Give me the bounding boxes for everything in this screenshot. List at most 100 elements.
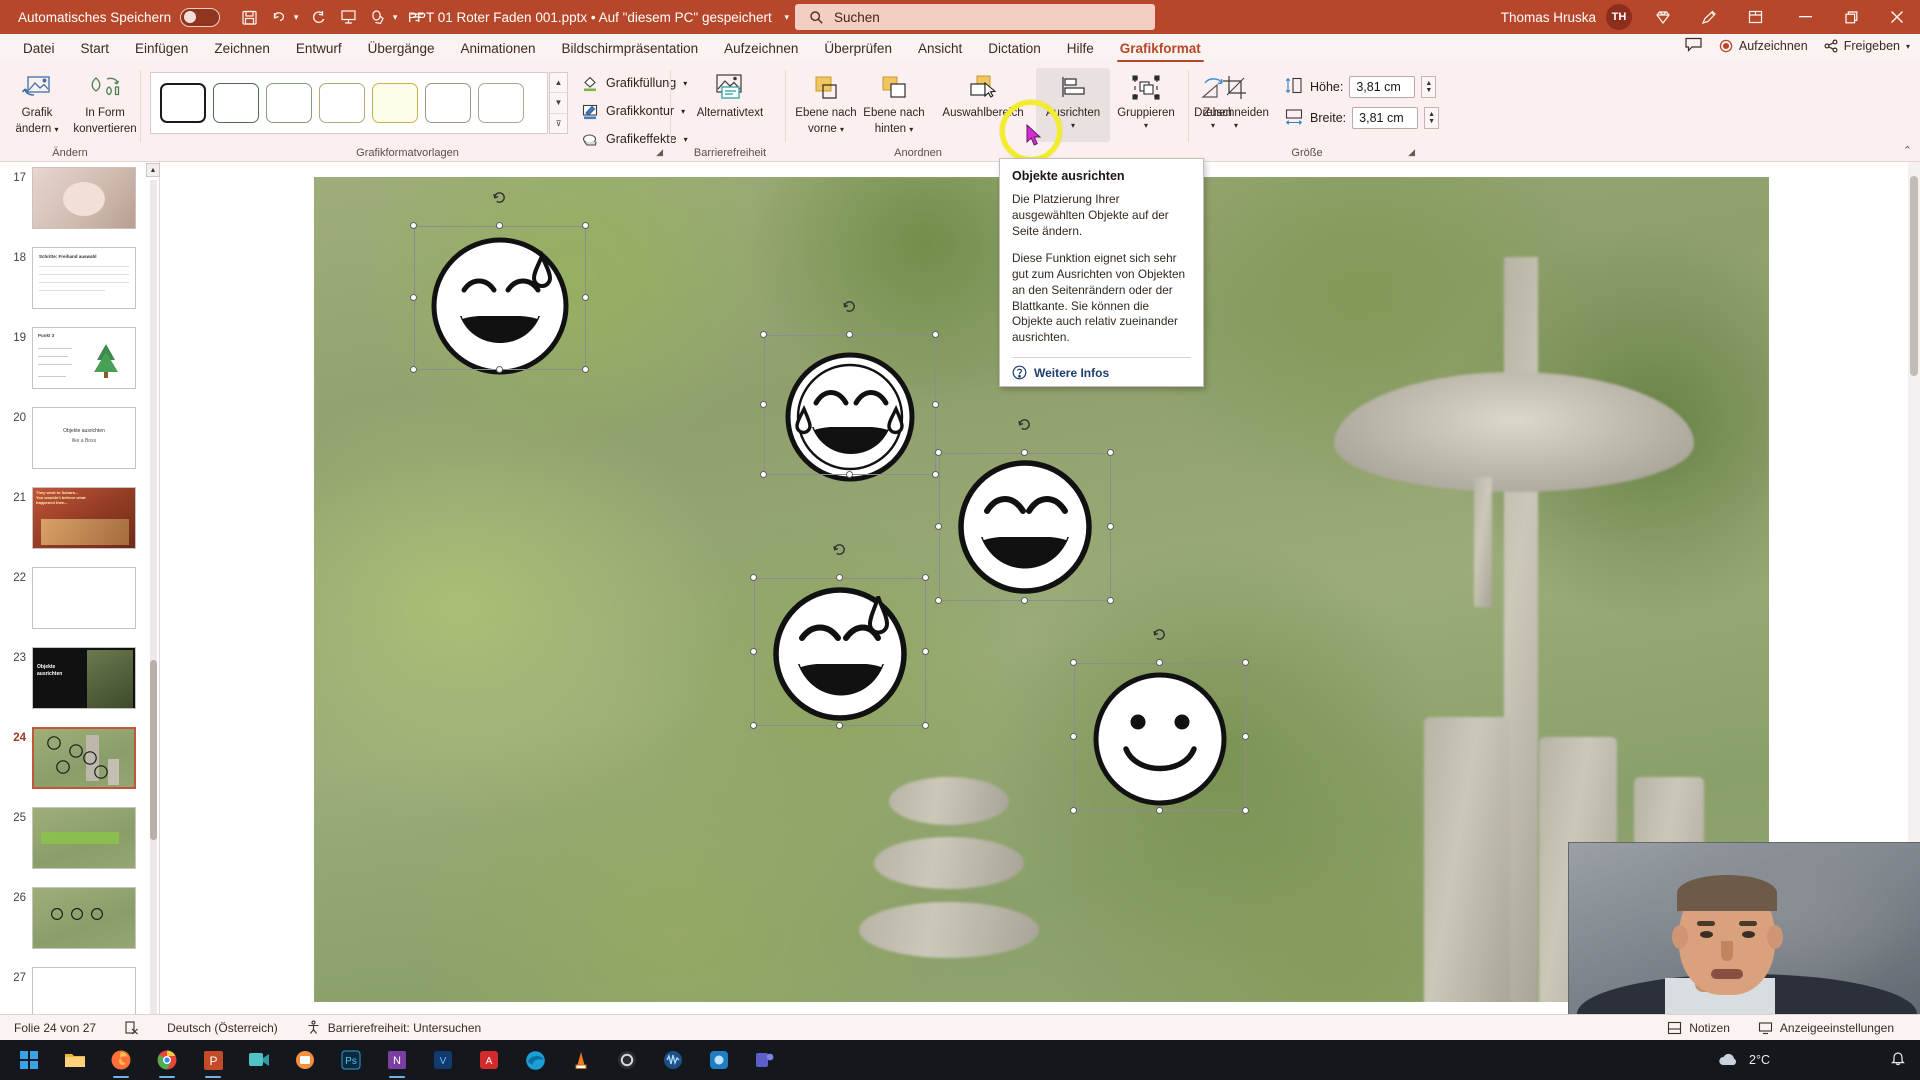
handle-br-5[interactable] xyxy=(1242,807,1249,814)
tab-zeichnen[interactable]: Zeichnen xyxy=(201,38,283,62)
handle-ml-5[interactable] xyxy=(1070,733,1077,740)
vegas-icon[interactable]: V xyxy=(420,1040,466,1080)
slide-thumbnail-20[interactable]: Objekte ausrichten like a Boss xyxy=(32,407,136,469)
handle-bc-2[interactable] xyxy=(846,471,853,478)
tooltip-more-info-link[interactable]: Weitere Infos xyxy=(1034,366,1109,380)
camtasia-icon[interactable] xyxy=(236,1040,282,1080)
style-swatch-1[interactable] xyxy=(160,83,206,123)
slide-thumbnail-26[interactable] xyxy=(32,887,136,949)
tab-start[interactable]: Start xyxy=(68,38,123,62)
handle-tr-4[interactable] xyxy=(922,574,929,581)
accessibility-status[interactable]: Barrierefreiheit: Untersuchen xyxy=(292,1020,495,1035)
gallery-scroll-up-icon[interactable]: ▲ xyxy=(550,73,567,94)
thumbnail-scrollbar-thumb[interactable] xyxy=(150,660,157,840)
handle-tl-2[interactable] xyxy=(760,331,767,338)
grafik-aendern-button[interactable]: Grafik ändern ▾ xyxy=(4,68,70,142)
gallery-scroll-down-icon[interactable]: ▼ xyxy=(550,93,567,114)
onenote-icon[interactable]: N xyxy=(374,1040,420,1080)
tab-datei[interactable]: Datei xyxy=(10,38,68,62)
tab-grafikformat[interactable]: Grafikformat xyxy=(1107,38,1214,62)
handle-bc-1[interactable] xyxy=(496,366,503,373)
collapse-ribbon-icon[interactable]: ⌃ xyxy=(1903,144,1912,157)
handle-bc-5[interactable] xyxy=(1156,807,1163,814)
graphic-styles-gallery[interactable] xyxy=(150,72,548,134)
handle-tc-3[interactable] xyxy=(1021,449,1028,456)
share-dropdown-icon[interactable]: ▾ xyxy=(1906,42,1910,51)
gallery-expand-icon[interactable]: ⊽ xyxy=(550,114,567,133)
pen-icon[interactable] xyxy=(1694,4,1724,30)
system-clock[interactable] xyxy=(1890,1050,1906,1070)
handle-tr-5[interactable] xyxy=(1242,659,1249,666)
rotate-handle-2[interactable] xyxy=(842,299,857,314)
width-spinner[interactable]: ▲ ▼ xyxy=(1424,107,1440,129)
groesse-dialog-launcher[interactable]: ◢ xyxy=(1408,147,1415,158)
rotate-handle-1[interactable] xyxy=(492,190,507,205)
picture-smiley-grin-closed-eyes[interactable] xyxy=(935,419,1114,609)
touch-mode-icon[interactable] xyxy=(363,4,393,30)
auswahlbereich-button[interactable]: Auswahlbereich xyxy=(929,68,1037,142)
tab-dictation[interactable]: Dictation xyxy=(975,38,1054,62)
slide-thumbnail-25[interactable] xyxy=(32,807,136,869)
edge-icon[interactable] xyxy=(512,1040,558,1080)
grafikformatvorlagen-dialog-launcher[interactable]: ◢ xyxy=(656,147,663,158)
handle-ml-4[interactable] xyxy=(750,648,757,655)
gruppieren-dropdown-icon[interactable]: ▾ xyxy=(1144,122,1148,130)
avatar[interactable]: TH xyxy=(1606,4,1632,30)
rotate-handle-5[interactable] xyxy=(1152,627,1167,642)
zuschneiden-button[interactable]: Zuschneiden ▾ xyxy=(1196,68,1276,142)
redo-icon[interactable] xyxy=(303,4,333,30)
handle-bc-3[interactable] xyxy=(1021,597,1028,604)
document-title-dropdown-icon[interactable]: ▾ xyxy=(780,12,794,23)
comments-icon[interactable] xyxy=(1684,36,1703,56)
handle-bc-4[interactable] xyxy=(836,722,843,729)
slide-thumbnail-19[interactable]: Punkt 3 xyxy=(32,327,136,389)
notes-button[interactable]: Notizen xyxy=(1653,1021,1744,1035)
rotate-handle-4[interactable] xyxy=(832,542,847,557)
grafikfuellung-button[interactable]: Grafikfüllung ▾ xyxy=(580,74,688,92)
powerpoint-icon[interactable]: P xyxy=(190,1040,236,1080)
tab-einfuegen[interactable]: Einfügen xyxy=(122,38,201,62)
handle-tl-3[interactable] xyxy=(935,449,942,456)
tab-hilfe[interactable]: Hilfe xyxy=(1054,38,1107,62)
handle-tc-2[interactable] xyxy=(846,331,853,338)
rotate-handle-3[interactable] xyxy=(1017,417,1032,432)
handle-bl-1[interactable] xyxy=(410,366,417,373)
picture-smiley-sweat-smile[interactable] xyxy=(750,544,929,734)
height-spinner[interactable]: ▲ ▼ xyxy=(1421,76,1437,98)
style-swatch-7[interactable] xyxy=(478,83,524,123)
document-title[interactable]: PPT 01 Roter Faden 001.pptx • Auf "diese… xyxy=(408,0,794,34)
ebene-nach-vorne-button[interactable]: Ebene nach vorne ▾ xyxy=(790,68,862,142)
restore-button[interactable] xyxy=(1828,0,1874,34)
slide-thumbnail-23[interactable]: Objekte ausrichten xyxy=(32,647,136,709)
handle-br-1[interactable] xyxy=(582,366,589,373)
in-form-konvertieren-button[interactable]: In Form konvertieren xyxy=(72,68,138,142)
slide-thumbnail-22[interactable] xyxy=(32,567,136,629)
start-icon[interactable] xyxy=(6,1040,52,1080)
handle-mr-4[interactable] xyxy=(922,648,929,655)
vlc-icon[interactable] xyxy=(558,1040,604,1080)
handle-br-2[interactable] xyxy=(932,471,939,478)
gallery-scroll-controls[interactable]: ▲ ▼ ⊽ xyxy=(549,72,568,134)
handle-tr-1[interactable] xyxy=(582,222,589,229)
language-indicator[interactable]: Deutsch (Österreich) xyxy=(153,1021,292,1035)
handle-ml-3[interactable] xyxy=(935,523,942,530)
tab-aufzeichnen[interactable]: Aufzeichnen xyxy=(711,38,811,62)
handle-mr-5[interactable] xyxy=(1242,733,1249,740)
handle-tc-5[interactable] xyxy=(1156,659,1163,666)
weather-widget[interactable]: 2°C xyxy=(1717,1050,1770,1070)
minimize-button[interactable] xyxy=(1782,0,1828,34)
handle-bl-5[interactable] xyxy=(1070,807,1077,814)
handle-tr-3[interactable] xyxy=(1107,449,1114,456)
diamond-icon[interactable] xyxy=(1648,4,1678,30)
ribbon-display-options-icon[interactable] xyxy=(1740,4,1770,30)
close-button[interactable] xyxy=(1874,0,1920,34)
record-button[interactable]: Aufzeichnen xyxy=(1719,39,1808,53)
style-swatch-5[interactable] xyxy=(372,83,418,123)
handle-bl-3[interactable] xyxy=(935,597,942,604)
picture-smiley-neutral-smile[interactable] xyxy=(1070,629,1249,819)
share-button[interactable]: Freigeben ▾ xyxy=(1824,39,1910,53)
tab-ansicht[interactable]: Ansicht xyxy=(905,38,975,62)
handle-tc-4[interactable] xyxy=(836,574,843,581)
thumbnail-scrollbar-track[interactable] xyxy=(150,180,157,1022)
teams-icon[interactable] xyxy=(742,1040,788,1080)
